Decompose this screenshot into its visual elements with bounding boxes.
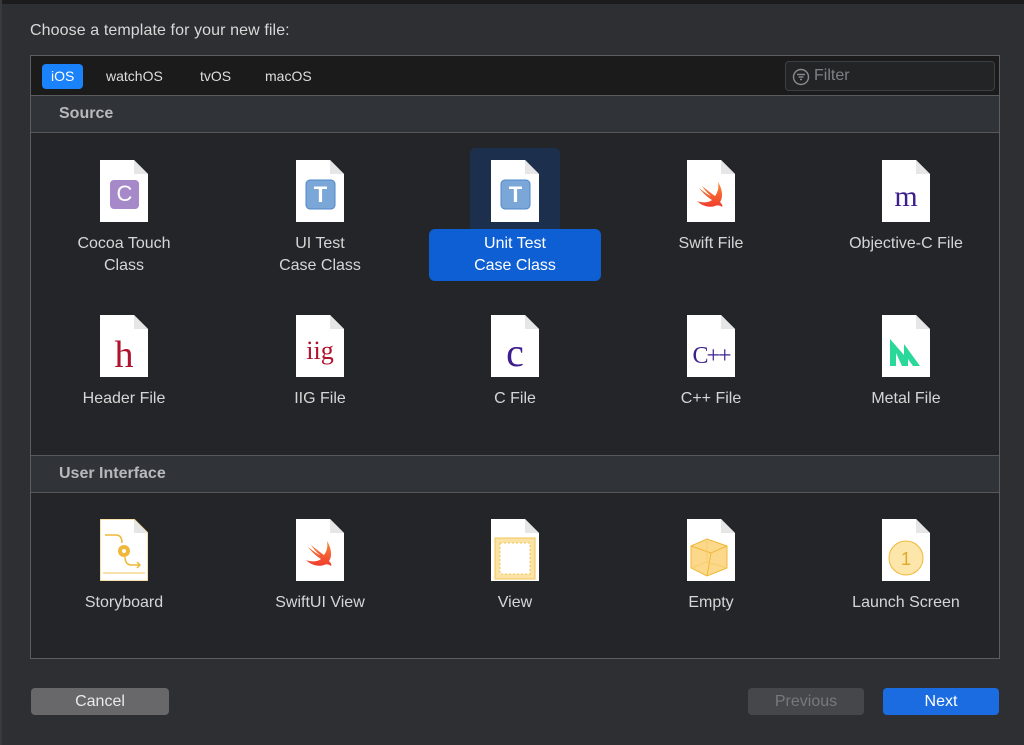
template-label: View xyxy=(497,594,533,611)
svg-text:m: m xyxy=(894,180,917,213)
svg-text:T: T xyxy=(314,182,328,207)
window-left-edge xyxy=(0,0,2,745)
template-ui-test-case-class[interactable]: T UI Test Case Class xyxy=(222,134,418,284)
template-label: Launch Screen xyxy=(852,594,960,611)
svg-text:h: h xyxy=(115,334,134,376)
section-title: Source xyxy=(59,105,114,122)
filter-input[interactable] xyxy=(814,65,989,87)
section-title: User Interface xyxy=(59,465,166,482)
template-objective-c-file[interactable]: m Objective-C File xyxy=(808,134,1004,284)
template-label: Swift File xyxy=(678,235,744,252)
template-label: Empty xyxy=(688,594,734,611)
template-swiftui-view[interactable]: SwiftUI View xyxy=(222,493,418,643)
cpp-file-icon: C++ xyxy=(687,315,735,377)
template-swift-file[interactable]: Swift File xyxy=(613,134,809,284)
template-label: IIG File xyxy=(294,390,346,407)
template-c-file[interactable]: c C File xyxy=(417,289,613,439)
metal-file-icon xyxy=(882,315,930,377)
template-label: Objective-C File xyxy=(849,235,963,252)
tab-watchos[interactable]: watchOS xyxy=(97,64,172,89)
objective-c-file-icon: m xyxy=(882,160,930,222)
template-label: Cocoa Touch Class xyxy=(77,235,171,274)
unit-test-case-class-icon: T xyxy=(491,160,539,222)
tab-tvos[interactable]: tvOS xyxy=(191,64,240,89)
window-top-edge xyxy=(0,0,1024,4)
dialog-prompt: Choose a template for your new file: xyxy=(30,22,290,39)
template-label: Storyboard xyxy=(84,594,164,611)
next-button[interactable]: Next xyxy=(883,688,999,715)
template-empty[interactable]: Empty xyxy=(613,493,809,643)
filter-field[interactable] xyxy=(785,61,995,91)
template-view[interactable]: View xyxy=(417,493,613,643)
empty-icon xyxy=(687,519,735,581)
section-header-user-interface: User Interface xyxy=(31,455,999,493)
filter-icon xyxy=(792,68,810,86)
svg-text:T: T xyxy=(509,182,523,207)
previous-button[interactable]: Previous xyxy=(748,688,864,715)
template-unit-test-case-class[interactable]: T Unit Test Case Class xyxy=(417,134,613,284)
template-cpp-file[interactable]: C++ C++ File xyxy=(613,289,809,439)
template-label: UI Test Case Class xyxy=(279,235,361,274)
swift-file-icon xyxy=(687,160,735,222)
header-file-icon: h xyxy=(100,315,148,377)
svg-text:C++: C++ xyxy=(692,343,731,369)
template-storyboard[interactable]: Storyboard xyxy=(26,493,222,643)
template-cocoa-touch-class[interactable]: C Cocoa Touch Class xyxy=(26,134,222,284)
template-label: Unit Test Case Class xyxy=(429,229,601,281)
svg-text:c: c xyxy=(506,330,524,375)
template-label: Metal File xyxy=(871,390,941,407)
view-icon xyxy=(491,519,539,581)
template-label: C File xyxy=(494,390,536,407)
cancel-button[interactable]: Cancel xyxy=(31,688,169,715)
svg-text:1: 1 xyxy=(901,549,911,569)
launch-screen-icon: 1 xyxy=(882,519,930,581)
template-label: SwiftUI View xyxy=(275,594,365,611)
template-label: Header File xyxy=(82,390,166,407)
template-header-file[interactable]: h Header File xyxy=(26,289,222,439)
storyboard-icon xyxy=(100,519,148,581)
cocoa-touch-class-icon: C xyxy=(100,160,148,222)
iig-file-icon: iig xyxy=(296,315,344,377)
tab-macos[interactable]: macOS xyxy=(256,64,321,89)
template-iig-file[interactable]: iig IIG File xyxy=(222,289,418,439)
ui-test-case-class-icon: T xyxy=(296,160,344,222)
swiftui-view-icon xyxy=(296,519,344,581)
svg-text:iig: iig xyxy=(306,336,333,365)
platform-tab-bar: iOS watchOS tvOS macOS xyxy=(31,56,999,96)
c-file-icon: c xyxy=(491,315,539,377)
tab-ios[interactable]: iOS xyxy=(42,64,84,89)
template-panel: iOS watchOS tvOS macOS Source C Coco xyxy=(30,55,1000,659)
svg-text:C: C xyxy=(117,181,133,206)
template-label: C++ File xyxy=(680,390,742,407)
template-metal-file[interactable]: Metal File xyxy=(808,289,1004,439)
section-header-source: Source xyxy=(31,96,999,133)
template-launch-screen[interactable]: 1 Launch Screen xyxy=(808,493,1004,643)
